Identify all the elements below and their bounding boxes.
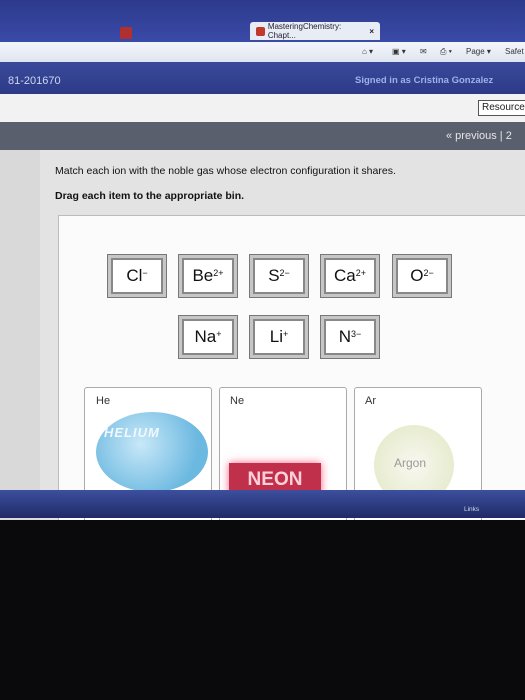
ion-charge: 2+ xyxy=(355,268,366,278)
ion-charge: 2− xyxy=(279,268,290,278)
resource-row xyxy=(0,94,525,122)
ion-tile-o[interactable]: O 2− xyxy=(396,258,448,294)
ion-symbol: Li xyxy=(269,327,283,346)
ion-tile-li[interactable]: Li + xyxy=(253,319,305,355)
command-bar: ⌂ ▾ ▣ ▾ ✉ ⎙ ▾ Page ▾ Safet xyxy=(0,42,525,63)
ion-tile-na[interactable]: Na + xyxy=(182,319,234,355)
bin-label-ne: Ne xyxy=(230,395,245,407)
argon-text: Argon xyxy=(394,456,427,470)
bin-label-ar: Ar xyxy=(365,395,376,407)
signed-in-text: Signed in as Cristina Gonzalez xyxy=(355,75,494,86)
helium-balloon-image xyxy=(96,412,208,492)
ion-charge: + xyxy=(216,329,222,339)
mail-icon[interactable]: ✉ xyxy=(420,47,427,56)
ion-symbol: O xyxy=(410,266,424,285)
ion-charge: 3− xyxy=(351,329,362,339)
ion-charge: 2+ xyxy=(213,268,224,278)
monitor-screen: MasteringChemistry: Chapt... × ⌂ ▾ ▣ ▾ ✉… xyxy=(0,0,525,520)
ion-symbol: Be xyxy=(192,266,214,285)
drag-instruction: Drag each item to the appropriate bin. xyxy=(55,190,245,202)
ion-tile-be[interactable]: Be 2+ xyxy=(182,258,234,294)
ion-charge: − xyxy=(142,268,148,278)
page-menu[interactable]: Page ▾ xyxy=(466,47,491,56)
helium-text: HELIUM xyxy=(104,425,160,440)
ion-symbol: Ca xyxy=(334,266,356,285)
user-id: 81-201670 xyxy=(8,75,61,87)
favicon-icon xyxy=(256,26,265,36)
ion-tile-cl[interactable]: Cl − xyxy=(111,258,163,294)
ion-charge: 2− xyxy=(423,268,434,278)
ion-symbol: Na xyxy=(194,327,217,346)
taskbar xyxy=(0,490,525,518)
safety-menu[interactable]: Safet xyxy=(505,47,524,56)
previous-link[interactable]: « previous | 2 xyxy=(446,130,512,142)
app-icon[interactable] xyxy=(120,27,132,39)
ion-tile-ca[interactable]: Ca 2+ xyxy=(324,258,376,294)
tab-title: MasteringChemistry: Chapt... xyxy=(267,22,342,40)
links-toolbar[interactable]: Links xyxy=(464,506,479,513)
ion-tile-s[interactable]: S 2− xyxy=(253,258,305,294)
close-tab-icon[interactable]: × xyxy=(369,27,374,36)
home-icon[interactable]: ⌂ ▾ xyxy=(362,47,373,56)
ion-symbol: N xyxy=(338,327,351,346)
print-icon[interactable]: ⎙ ▾ xyxy=(440,47,452,57)
resources-button[interactable]: Resource xyxy=(478,100,525,116)
bin-label-he: He xyxy=(96,395,111,407)
question-instruction: Match each ion with the noble gas whose … xyxy=(55,165,396,177)
ion-symbol: S xyxy=(268,266,280,285)
ion-tile-n[interactable]: N 3− xyxy=(324,319,376,355)
feeds-icon[interactable]: ▣ ▾ xyxy=(392,47,406,56)
ion-charge: + xyxy=(282,329,289,339)
browser-tab[interactable]: MasteringChemistry: Chapt... × xyxy=(250,22,380,40)
ion-symbol: Cl xyxy=(126,266,143,285)
